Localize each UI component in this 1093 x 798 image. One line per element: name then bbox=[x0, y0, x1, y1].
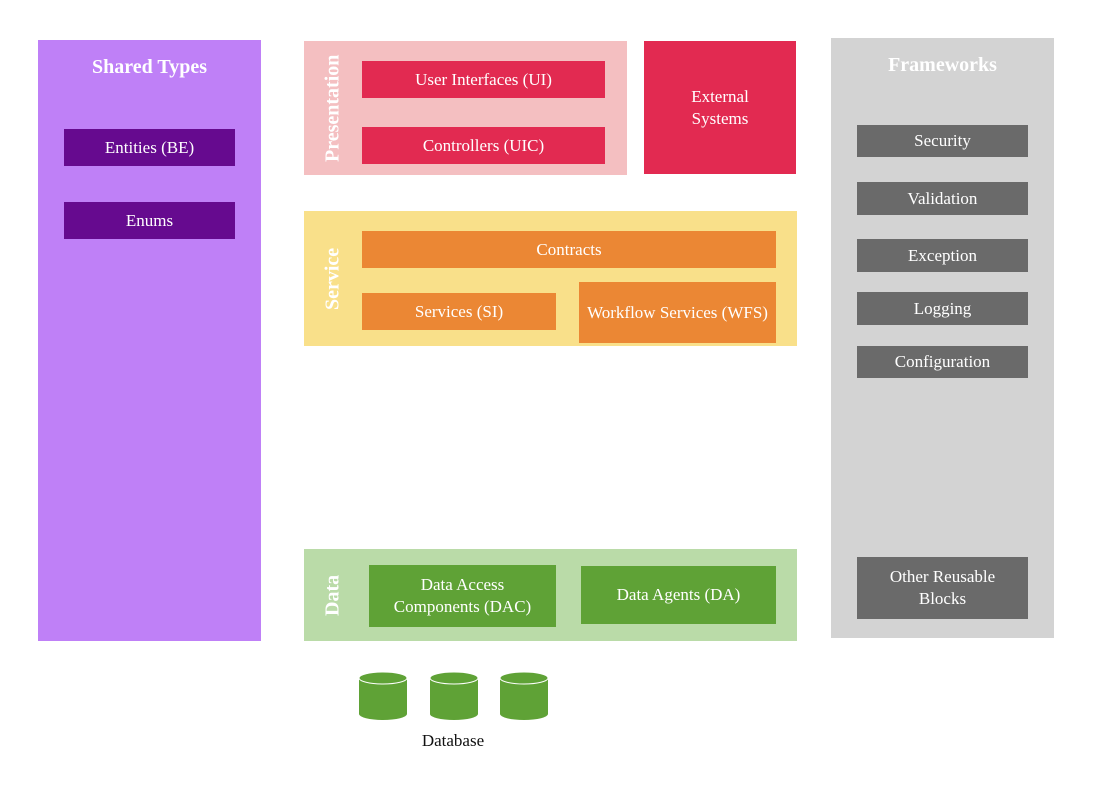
workflow-services-box: Workflow Services (WFS) bbox=[579, 282, 776, 343]
frameworks-title: Frameworks bbox=[888, 54, 997, 76]
user-interfaces-box: User Interfaces (UI) bbox=[362, 61, 605, 98]
security-box: Security bbox=[857, 125, 1028, 157]
logging-box: Logging bbox=[857, 292, 1028, 325]
data-label: Data bbox=[321, 574, 344, 616]
services-box: Services (SI) bbox=[362, 293, 556, 330]
validation-box: Validation bbox=[857, 182, 1028, 215]
other-reusable-blocks-box: Other Reusable Blocks bbox=[857, 557, 1028, 619]
controllers-box: Controllers (UIC) bbox=[362, 127, 605, 164]
data-agents-box: Data Agents (DA) bbox=[581, 566, 776, 624]
database-cylinder-icon bbox=[429, 671, 479, 720]
enums-box: Enums bbox=[64, 202, 235, 239]
presentation-label: Presentation bbox=[321, 54, 344, 162]
database-label: Database bbox=[421, 731, 485, 750]
external-systems-box: External Systems bbox=[644, 41, 796, 174]
entities-box: Entities (BE) bbox=[64, 129, 235, 166]
contracts-box: Contracts bbox=[362, 231, 776, 268]
shared-types-title: Shared Types bbox=[91, 56, 208, 78]
data-access-components-box: Data Access Components (DAC) bbox=[369, 565, 556, 627]
database-icons bbox=[358, 671, 549, 720]
configuration-box: Configuration bbox=[857, 346, 1028, 378]
service-label: Service bbox=[321, 247, 344, 310]
exception-box: Exception bbox=[857, 239, 1028, 272]
database-cylinder-icon bbox=[358, 671, 408, 720]
database-cylinder-icon bbox=[499, 671, 549, 720]
